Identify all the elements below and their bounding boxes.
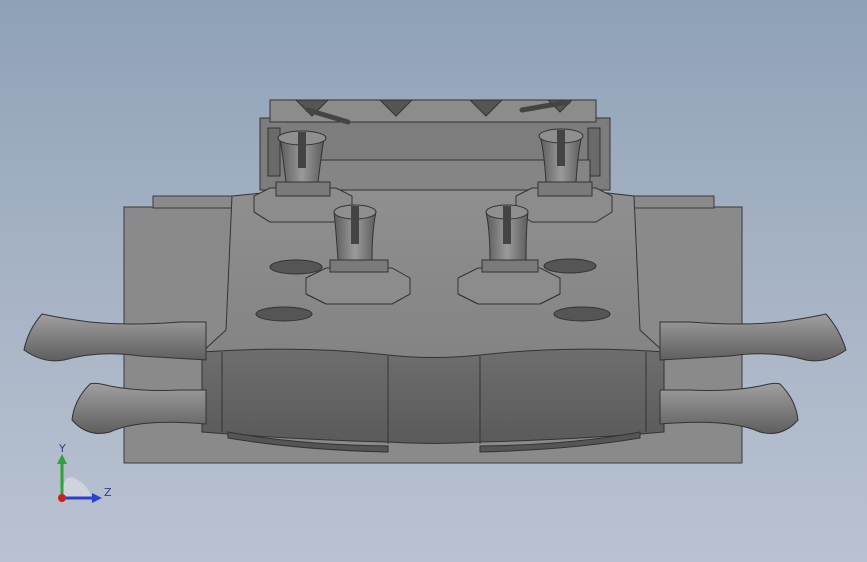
y-axis-label: Y	[58, 442, 66, 455]
z-axis-label: Z	[104, 486, 112, 499]
main-plate	[201, 189, 665, 453]
x-axis-icon	[58, 494, 66, 502]
model-viewport[interactable]	[0, 0, 867, 562]
coordinate-triad: Y Z	[52, 440, 116, 510]
fixture-model	[23, 99, 847, 464]
